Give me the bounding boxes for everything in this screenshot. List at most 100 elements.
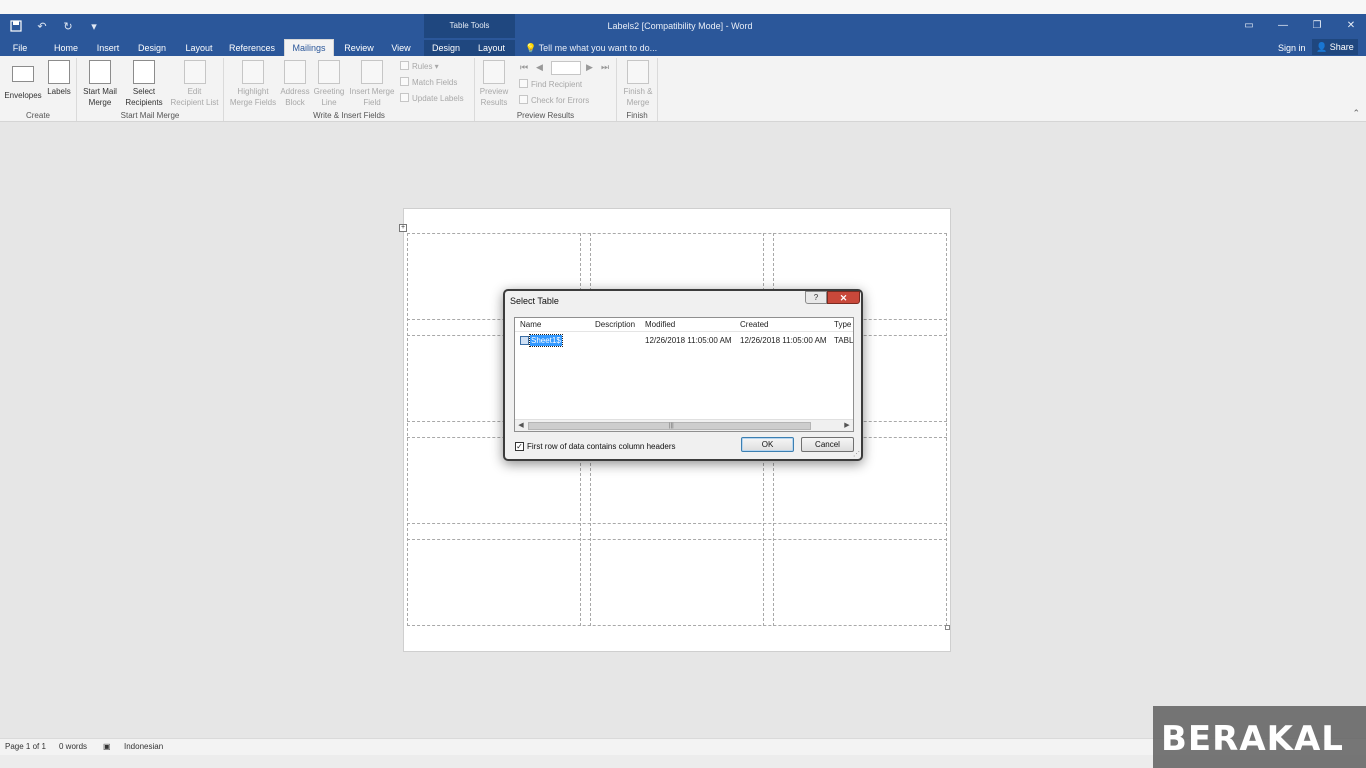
restore-icon[interactable]: ❐ <box>1300 18 1334 34</box>
insert-merge-field-button[interactable]: Insert Merge Field <box>346 60 398 108</box>
close-window-icon[interactable]: ✕ <box>1334 18 1366 34</box>
proofing-icon[interactable]: ▣ <box>103 742 111 751</box>
table-list[interactable]: Name Description Modified Created Type S… <box>514 317 854 432</box>
group-create: Envelopes Labels Create <box>0 58 77 121</box>
table-move-handle-icon[interactable]: + <box>399 224 407 232</box>
close-icon[interactable]: ✕ <box>827 291 860 304</box>
group-write-insert-fields: Highlight Merge Fields Address Block Gre… <box>224 58 475 121</box>
labels-button[interactable]: Labels <box>44 60 74 97</box>
minimize-icon[interactable]: — <box>1266 18 1300 34</box>
column-header-type[interactable]: Type <box>834 320 851 329</box>
edit-recipient-line2: Recipient List <box>170 98 219 107</box>
match-fields-button[interactable]: Match Fields <box>400 76 457 90</box>
scroll-right-icon[interactable]: ▶ <box>841 420 853 432</box>
tell-me-box[interactable]: 💡 Tell me what you want to do... <box>525 40 657 56</box>
tab-home[interactable]: Home <box>48 40 84 56</box>
scroll-thumb[interactable]: ||| <box>528 422 811 430</box>
insert-merge-line1: Insert Merge <box>349 87 395 96</box>
column-header-created[interactable]: Created <box>740 320 768 329</box>
dialog-title: Select Table <box>510 296 559 306</box>
rules-button[interactable]: Rules ▾ <box>400 60 439 74</box>
select-recipients-button[interactable]: Select Recipients <box>120 60 168 108</box>
document-title: Labels2 [Compatibility Mode] - Word <box>607 21 753 31</box>
envelope-icon <box>12 66 34 82</box>
column-header-description[interactable]: Description <box>595 320 635 329</box>
tab-insert[interactable]: Insert <box>90 40 126 56</box>
first-row-headers-label: First row of data contains column header… <box>527 442 676 451</box>
redo-icon[interactable]: ↻ <box>60 18 76 34</box>
cancel-button[interactable]: Cancel <box>801 437 854 452</box>
sheet-table-icon <box>520 336 529 345</box>
resize-grip-icon[interactable]: ⋰ <box>853 450 860 458</box>
group-preview-results: Preview Results ⏮ ◀ ▶ ⏭ Find Recipient C… <box>475 58 617 121</box>
language-indicator[interactable]: Indonesian <box>124 742 163 751</box>
select-recipients-line2: Recipients <box>125 98 163 107</box>
envelopes-button[interactable]: Envelopes <box>3 60 43 101</box>
first-row-headers-checkbox[interactable]: ✓ <box>515 442 524 451</box>
update-labels-button[interactable]: Update Labels <box>400 92 464 106</box>
tab-references[interactable]: References <box>226 40 278 56</box>
labels-label: Labels <box>47 87 71 96</box>
table-resize-handle[interactable] <box>945 625 950 630</box>
update-labels-label: Update Labels <box>412 94 464 103</box>
top-strip <box>0 0 1366 14</box>
preview-results-button[interactable]: Preview Results <box>477 60 511 108</box>
first-record-icon[interactable]: ⏮ <box>520 62 528 73</box>
address-block-button[interactable]: Address Block <box>278 60 312 108</box>
check-errors-icon <box>519 95 528 104</box>
grip-icon: ||| <box>669 423 674 429</box>
undo-icon[interactable]: ↶ <box>34 18 50 34</box>
greeting-line-button[interactable]: Greeting Line <box>312 60 346 108</box>
next-record-icon[interactable]: ▶ <box>586 62 593 73</box>
horizontal-scrollbar[interactable]: ◀ ||| ▶ <box>515 419 853 431</box>
tab-mailings[interactable]: Mailings <box>284 39 334 56</box>
start-mail-merge-icon <box>89 60 111 84</box>
word-count[interactable]: 0 words <box>59 742 87 751</box>
highlight-merge-fields-button[interactable]: Highlight Merge Fields <box>228 60 278 108</box>
finish-merge-button[interactable]: Finish & Merge <box>619 60 657 108</box>
scroll-left-icon[interactable]: ◀ <box>515 420 527 432</box>
greeting-line-icon <box>318 60 340 84</box>
tab-file[interactable]: File <box>6 40 34 56</box>
collapse-ribbon-icon[interactable]: ⌃ <box>1352 108 1360 119</box>
column-header-modified[interactable]: Modified <box>645 320 675 329</box>
match-fields-icon <box>400 77 409 86</box>
table-row[interactable]: Sheet1$ 12/26/2018 11:05:00 AM 12/26/201… <box>515 334 853 347</box>
tab-review[interactable]: Review <box>340 40 378 56</box>
ribbon-display-options-icon[interactable]: ▭ <box>1232 18 1266 34</box>
insert-merge-line2: Field <box>363 98 381 107</box>
highlight-line1: Highlight <box>237 87 269 96</box>
person-icon: 👤 <box>1316 42 1328 52</box>
last-record-icon[interactable]: ⏭ <box>601 62 609 73</box>
tab-table-design[interactable]: Design <box>424 40 468 56</box>
edit-recipient-list-button[interactable]: Edit Recipient List <box>167 60 222 108</box>
sign-in-link[interactable]: Sign in <box>1278 40 1306 56</box>
tab-layout[interactable]: Layout <box>180 40 218 56</box>
save-icon[interactable] <box>8 18 24 34</box>
watermark-text: BERAKAL <box>1161 719 1344 759</box>
context-label: Table Tools <box>449 21 490 30</box>
group-create-label: Create <box>25 111 50 120</box>
ok-button[interactable]: OK <box>741 437 794 452</box>
group-start-mail-merge-label: Start Mail Merge <box>120 111 180 120</box>
highlight-line2: Merge Fields <box>229 98 277 107</box>
tab-design[interactable]: Design <box>133 40 171 56</box>
select-table-dialog: Select Table ? ✕ Name Description Modifi… <box>503 289 863 461</box>
column-header-name[interactable]: Name <box>520 320 541 329</box>
table-gridline <box>407 523 947 524</box>
help-icon[interactable]: ? <box>805 291 827 304</box>
start-mail-merge-button[interactable]: Start Mail Merge <box>79 60 121 108</box>
tab-table-layout[interactable]: Layout <box>468 40 515 56</box>
share-button[interactable]: 👤 Share <box>1312 39 1358 55</box>
finish-line2: Merge <box>626 98 650 107</box>
tab-view[interactable]: View <box>384 40 418 56</box>
list-header: Name Description Modified Created Type <box>515 318 853 332</box>
previous-record-icon[interactable]: ◀ <box>536 62 543 73</box>
table-gridline <box>407 539 947 540</box>
check-for-errors-button[interactable]: Check for Errors <box>519 94 589 108</box>
record-number-input[interactable] <box>551 61 581 75</box>
find-recipient-button[interactable]: Find Recipient <box>519 78 582 92</box>
insert-merge-field-icon <box>361 60 383 84</box>
customize-qat-icon[interactable]: ▾ <box>86 18 102 34</box>
page-count[interactable]: Page 1 of 1 <box>5 742 46 751</box>
